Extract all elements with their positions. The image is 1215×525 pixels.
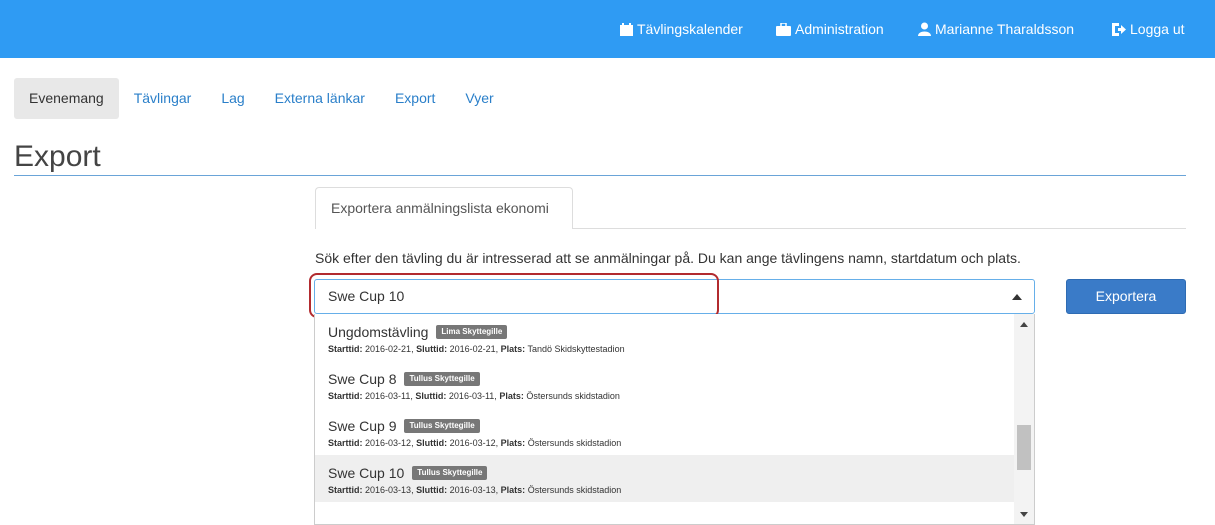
club-badge: Tullus Skyttegille: [404, 419, 480, 433]
subnav-lag[interactable]: Lag: [206, 78, 259, 119]
logout-icon: [1112, 22, 1126, 36]
nav-logout-label: Logga ut: [1130, 21, 1185, 37]
scroll-down-icon[interactable]: [1020, 512, 1028, 517]
club-badge: Lima Skyttegille: [436, 325, 508, 339]
option-meta: Starttid: 2016-03-12, Sluttid: 2016-03-1…: [328, 438, 622, 448]
list-item-selected[interactable]: Swe Cup 10 Tullus Skyttegille Starttid: 2…: [315, 455, 1015, 502]
option-name: Swe Cup 9: [328, 418, 397, 434]
option-meta: Starttid: 2016-02-21, Sluttid: 2016-02-2…: [328, 344, 625, 354]
club-badge: Tullus Skyttegille: [404, 372, 480, 386]
briefcase-icon: [776, 22, 791, 36]
user-icon: [918, 22, 931, 36]
list-item[interactable]: Swe Cup 9 Tullus Skyttegille Starttid: 20…: [315, 408, 1015, 455]
title-divider: [14, 175, 1186, 176]
club-badge: Tullus Skyttegille: [412, 466, 488, 480]
nav-user-label: Marianne Tharaldsson: [935, 21, 1075, 37]
tab-divider: [573, 228, 1186, 229]
subnav-vyer[interactable]: Vyer: [450, 78, 508, 119]
calendar-icon: [620, 22, 633, 36]
option-name: Swe Cup 10: [328, 465, 405, 481]
nav-user[interactable]: Marianne Tharaldsson: [918, 0, 1074, 58]
sub-navigation: Evenemang Tävlingar Lag Externa länkar E…: [14, 78, 509, 119]
competition-dropdown-list: Ungdomstävling Lima Skyttegille Starttid:…: [314, 314, 1035, 525]
scroll-up-icon[interactable]: [1020, 322, 1028, 327]
option-meta: Starttid: 2016-03-11, Sluttid: 2016-03-1…: [328, 391, 620, 401]
help-text: Sök efter den tävling du är intresserad …: [315, 250, 1021, 266]
caret-up-icon[interactable]: [1012, 294, 1022, 300]
subnav-evenemang[interactable]: Evenemang: [14, 78, 119, 119]
nav-tavlingskalender[interactable]: Tävlingskalender: [620, 0, 743, 58]
subnav-tavlingar[interactable]: Tävlingar: [119, 78, 207, 119]
option-name: Swe Cup 8: [328, 371, 397, 387]
option-name: Ungdomstävling: [328, 324, 429, 340]
nav-logout[interactable]: Logga ut: [1112, 0, 1185, 58]
nav-administration-label: Administration: [795, 21, 884, 37]
dropdown-scrollbar[interactable]: [1014, 314, 1034, 524]
subnav-export[interactable]: Export: [380, 78, 450, 119]
tab-exportera-anmalningslista[interactable]: Exportera anmälningslista ekonomi: [315, 187, 573, 229]
list-item[interactable]: Swe Cup 8 Tullus Skyttegille Starttid: 20…: [315, 361, 1015, 408]
scrollbar-thumb[interactable]: [1017, 425, 1031, 470]
highlight-annotation: [309, 273, 719, 318]
nav-administration[interactable]: Administration: [776, 0, 884, 58]
subnav-externa-lankar[interactable]: Externa länkar: [260, 78, 380, 119]
nav-tavlingskalender-label: Tävlingskalender: [637, 21, 743, 37]
page-title: Export: [14, 140, 101, 173]
export-button[interactable]: Exportera: [1066, 279, 1186, 314]
option-meta: Starttid: 2016-03-13, Sluttid: 2016-03-1…: [328, 485, 622, 495]
list-item[interactable]: Ungdomstävling Lima Skyttegille Starttid:…: [315, 314, 1015, 361]
